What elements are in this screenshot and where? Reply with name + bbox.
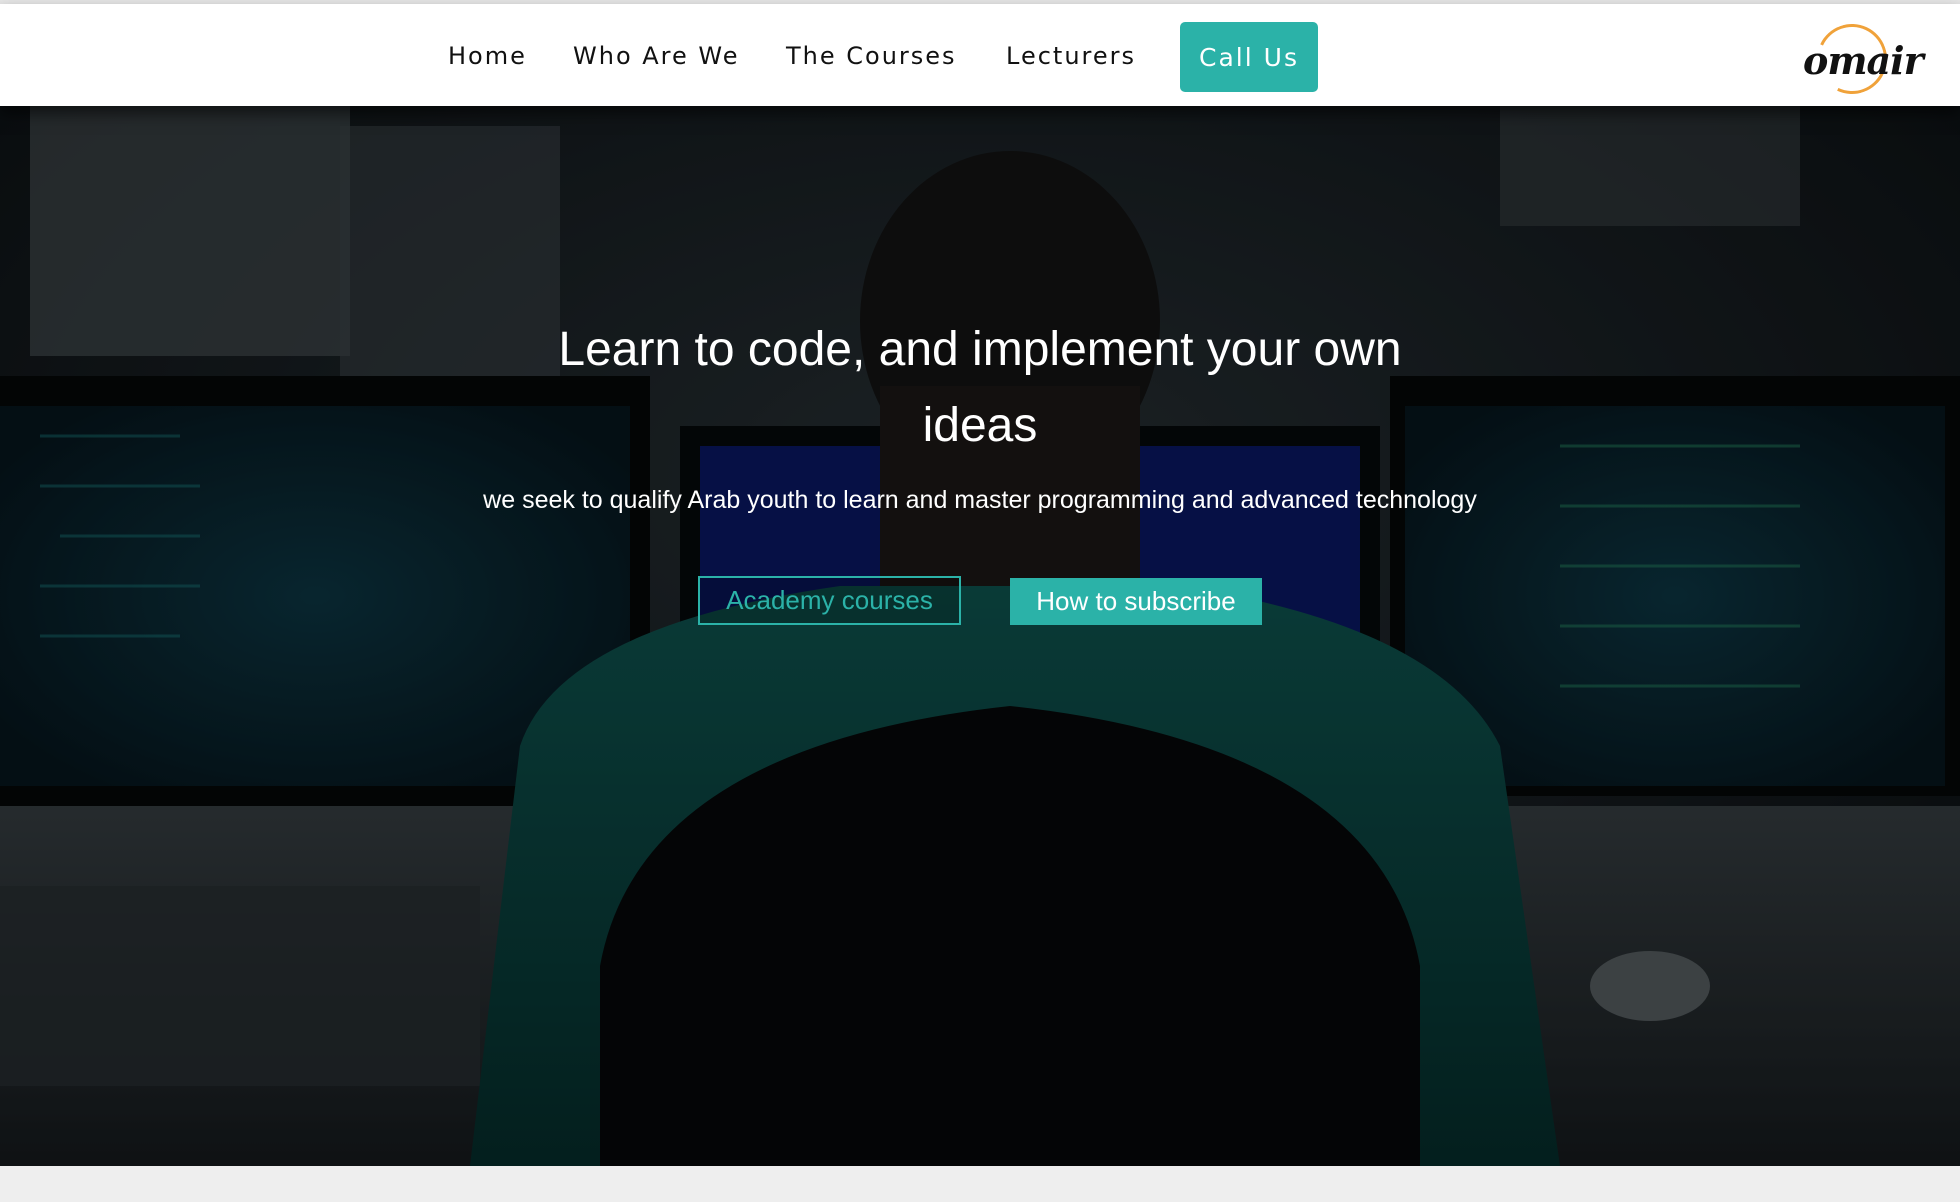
academy-courses-button[interactable]: Academy courses	[698, 576, 961, 625]
logo-text: omair	[1803, 38, 1924, 83]
nav-home[interactable]: Home	[448, 42, 527, 70]
nav-lecturers[interactable]: Lecturers	[1006, 42, 1136, 70]
nav-who-are-we[interactable]: Who Are We	[573, 42, 740, 70]
navbar: Home Who Are We The Courses Lecturers Ca…	[0, 4, 1960, 106]
brand-logo[interactable]: omair	[1795, 14, 1924, 104]
how-to-subscribe-button[interactable]: How to subscribe	[1010, 578, 1262, 625]
nav-the-courses[interactable]: The Courses	[786, 42, 957, 70]
hero-section: Learn to code, and implement your own id…	[0, 106, 1960, 1166]
call-us-button[interactable]: Call Us	[1180, 22, 1318, 92]
hero-subtitle: we seek to qualify Arab youth to learn a…	[483, 486, 1477, 514]
hero-title: Learn to code, and implement your own id…	[558, 323, 1402, 452]
hero-overlay	[0, 106, 1960, 1166]
main-nav: Home Who Are We The Courses Lecturers Ca…	[0, 4, 1960, 106]
